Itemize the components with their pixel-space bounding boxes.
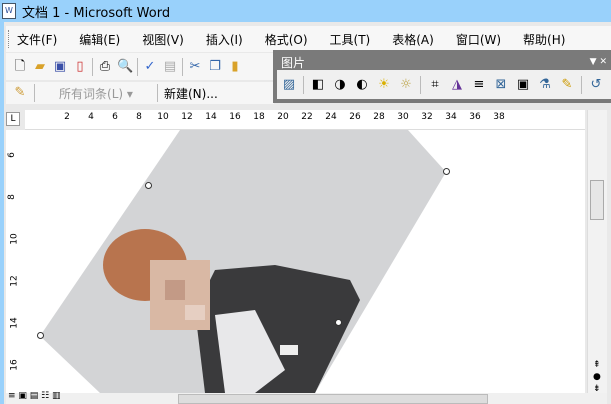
resize-handle[interactable] — [145, 182, 152, 189]
toolbar-options-icon[interactable]: ▼ ✕ — [590, 57, 607, 67]
ruler-tick-label: 24 — [325, 112, 337, 122]
new-document-icon[interactable]: 🗋 — [12, 59, 28, 75]
separator — [34, 84, 35, 102]
open-folder-icon[interactable]: ▰ — [32, 59, 48, 75]
ruler-tick-label: 38 — [493, 112, 505, 122]
vertical-scrollbar[interactable]: ⇞ ● ⇟ — [587, 110, 607, 394]
ruler-tick-label: 12 — [181, 112, 193, 122]
menu-table[interactable]: 表格(A) — [392, 31, 434, 48]
ruler-tick-label: 34 — [445, 112, 457, 122]
separator — [420, 75, 421, 94]
menu-help[interactable]: 帮助(H) — [523, 31, 565, 48]
browse-object-icon[interactable]: ● — [593, 372, 601, 382]
separator — [137, 57, 138, 76]
menu-insert[interactable]: 插入(I) — [206, 31, 243, 48]
document-page[interactable] — [25, 130, 585, 393]
tab-selector[interactable]: L — [6, 112, 20, 126]
separator — [303, 75, 304, 94]
ruler-tick-label: 36 — [469, 112, 481, 122]
ruler-tick-label: 10 — [157, 112, 169, 122]
autotext-toolbar: ✎ 所有词条(L) ▾ 新建(N)... — [6, 82, 274, 104]
more-brightness-icon[interactable]: ☀ — [376, 77, 392, 93]
ruler-tick-label: 4 — [88, 112, 94, 122]
ruler-tick-label: 20 — [277, 112, 289, 122]
picture-toolbar-title: 图片 — [281, 55, 306, 70]
horizontal-scrollbar[interactable]: ≡ ▣ ▤ ☷ ▥ — [6, 391, 607, 404]
separator — [581, 75, 582, 94]
menu-view[interactable]: 视图(V) — [142, 31, 184, 48]
ruler-tick-label: 16 — [9, 359, 20, 371]
scroll-thumb[interactable] — [590, 180, 604, 220]
menu-edit[interactable]: 编辑(E) — [79, 31, 120, 48]
rotate-icon[interactable]: ◮ — [449, 77, 465, 93]
ruler-tick-label: 22 — [301, 112, 313, 122]
badge — [280, 345, 298, 355]
less-brightness-icon[interactable]: ☼ — [398, 77, 414, 93]
ruler-tick-label: 2 — [64, 112, 70, 122]
autotext-icon[interactable]: ✎ — [12, 85, 28, 101]
vertical-ruler[interactable]: 6 8 10 12 14 16 — [6, 130, 25, 393]
ruler-tick-label: 14 — [205, 112, 217, 122]
print-icon[interactable]: ⎙ — [97, 59, 113, 75]
ruler-tick-label: 16 — [229, 112, 241, 122]
copy-icon[interactable]: ❐ — [207, 59, 223, 75]
ruler-tick-label: 8 — [6, 194, 17, 200]
ruler-tick-label: 32 — [421, 112, 433, 122]
ruler-tick-label: 28 — [373, 112, 385, 122]
save-icon[interactable]: ▣ — [52, 59, 68, 75]
ruler-tick-label: 12 — [9, 275, 20, 287]
ruler-tick-label: 18 — [253, 112, 265, 122]
color-icon[interactable]: ◧ — [310, 77, 326, 93]
word-app-icon: W — [2, 3, 16, 19]
new-autotext-button[interactable]: 新建(N)... — [164, 85, 218, 102]
menu-tools[interactable]: 工具(T) — [330, 31, 371, 48]
set-transparent-color-icon[interactable]: ✎ — [559, 77, 575, 93]
previous-page-icon[interactable]: ⇞ — [593, 360, 601, 370]
menu-window[interactable]: 窗口(W) — [456, 31, 501, 48]
picture-toolbar: 图片 ▼ ✕ ▨ ◧ ◑ ◐ ☀ ☼ ⌗ ◮ ≡ ⊠ ▣ ⚗ ✎ ↺ — [273, 50, 611, 103]
ruler-tick-label: 30 — [397, 112, 409, 122]
horizontal-ruler[interactable]: 2 4 6 8 10 12 14 16 18 20 22 24 26 28 30 32 34 36 38 — [25, 110, 585, 130]
compress-icon[interactable]: ⊠ — [493, 77, 509, 93]
permission-icon[interactable]: ▯ — [72, 59, 88, 75]
reset-picture-icon[interactable]: ↺ — [588, 77, 604, 93]
format-picture-icon[interactable]: ⚗ — [537, 77, 553, 93]
standard-toolbar: 🗋 ▰ ▣ ▯ ⎙ 🔍 ✓ ▤ ✂ ❐ ▮ — [6, 53, 274, 80]
ruler-tick-label: 8 — [136, 112, 142, 122]
spelling-icon[interactable]: ✓ — [142, 59, 158, 75]
menu-file[interactable]: 文件(F) — [17, 31, 57, 48]
view-buttons[interactable]: ≡ ▣ ▤ ☷ ▥ — [8, 391, 61, 401]
scroll-thumb[interactable] — [178, 394, 488, 404]
autotext-dropdown[interactable]: 所有词条(L) ▾ — [41, 85, 151, 102]
ruler-tick-label: 26 — [349, 112, 361, 122]
window-title: 文档 1 - Microsoft Word — [22, 5, 171, 21]
picture-toolbar-header[interactable]: 图片 ▼ ✕ — [277, 54, 611, 70]
print-preview-icon[interactable]: 🔍 — [117, 59, 133, 75]
ruler-tick-label: 6 — [112, 112, 118, 122]
menu-bar: 文件(F) 编辑(E) 视图(V) 插入(I) 格式(O) 工具(T) 表格(A… — [6, 26, 611, 52]
crop-icon[interactable]: ⌗ — [427, 77, 443, 93]
resize-handle[interactable] — [443, 168, 450, 175]
separator — [182, 57, 183, 76]
ruler-tick-label: 10 — [9, 233, 20, 245]
toolbar-grip[interactable] — [8, 30, 11, 48]
text-wrapping-icon[interactable]: ▣ — [515, 77, 531, 93]
ruler-tick-label: 6 — [6, 152, 17, 158]
rotated-picture[interactable] — [25, 130, 585, 393]
research-icon[interactable]: ▤ — [162, 59, 178, 75]
resize-handle[interactable] — [335, 319, 342, 326]
separator — [92, 57, 93, 76]
menu-format[interactable]: 格式(O) — [265, 31, 308, 48]
cut-icon[interactable]: ✂ — [187, 59, 203, 75]
ruler-tick-label: 14 — [9, 317, 20, 329]
resize-handle[interactable] — [37, 332, 44, 339]
line-style-icon[interactable]: ≡ — [471, 77, 487, 93]
separator — [157, 84, 158, 102]
title-bar: W 文档 1 - Microsoft Word — [0, 0, 611, 22]
less-contrast-icon[interactable]: ◐ — [354, 77, 370, 93]
paste-icon[interactable]: ▮ — [227, 59, 243, 75]
insert-picture-icon[interactable]: ▨ — [281, 77, 297, 93]
more-contrast-icon[interactable]: ◑ — [332, 77, 348, 93]
